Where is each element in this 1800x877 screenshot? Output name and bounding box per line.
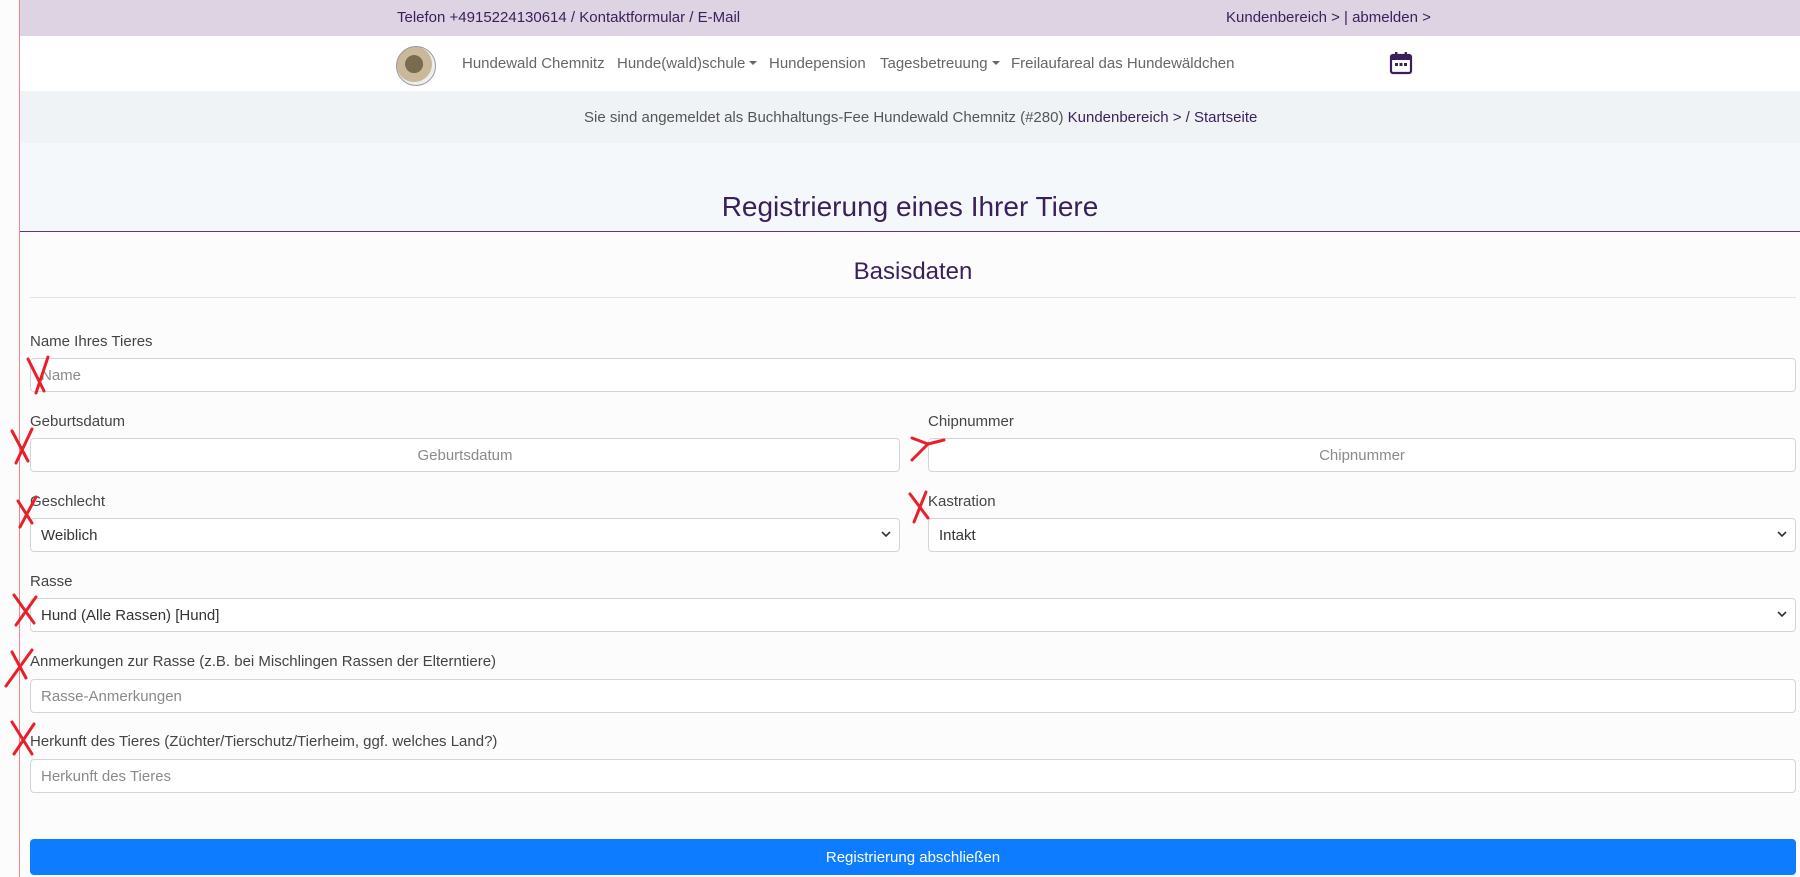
chip-input[interactable] [928, 438, 1796, 472]
chip-label: Chipnummer [928, 413, 1014, 430]
main-navbar: Hundewald Chemnitz Hunde(wald)schule Hun… [20, 36, 1800, 92]
dog-logo-icon[interactable] [396, 46, 436, 86]
red-x-mark-icon [908, 490, 930, 524]
account-links[interactable]: Kundenbereich > | abmelden > [1226, 9, 1431, 26]
breed-select[interactable]: Hund (Alle Rassen) [Hund] [30, 598, 1796, 632]
gender-select[interactable]: Weiblich [30, 518, 900, 552]
red-x-mark-icon [12, 593, 38, 627]
breed-selected-value: Hund (Alle Rassen) [Hund] [41, 607, 220, 624]
red-x-mark-icon [4, 648, 34, 688]
top-contact-bar: Telefon +4915224130614 / Kontaktformular… [20, 0, 1800, 36]
section-title: Basisdaten [853, 258, 973, 285]
castration-selected-value: Intakt [939, 527, 976, 544]
red-x-mark-icon [10, 427, 34, 465]
origin-input[interactable] [30, 759, 1796, 793]
login-status-text: Sie sind angemeldet als Buchhaltungs-Fee… [584, 109, 1064, 126]
name-label: Name Ihres Tieres [30, 333, 153, 350]
page-title: Registrierung eines Ihrer Tiere [721, 191, 1099, 222]
chevron-down-icon [1777, 531, 1787, 538]
login-info-bar: Sie sind angemeldet als Buchhaltungs-Fee… [20, 91, 1800, 143]
origin-label: Herkunft des Tieres (Züchter/Tierschutz/… [30, 733, 498, 750]
red-x-mark-icon [16, 495, 38, 529]
customer-area-link[interactable]: Kundenbereich > [1068, 109, 1182, 126]
birthdate-label: Geburtsdatum [30, 413, 126, 430]
gender-selected-value: Weiblich [41, 527, 98, 544]
nav-item-hundeschule[interactable]: Hunde(wald)schule [617, 55, 757, 72]
submit-registration-button[interactable]: Registrierung abschließen [30, 839, 1796, 875]
red-x-mark-icon [26, 355, 50, 395]
page-header: Registrierung eines Ihrer Tiere [20, 143, 1800, 232]
breed-notes-label: Anmerkungen zur Rasse (z.B. bei Mischlin… [30, 653, 497, 670]
contact-links[interactable]: Telefon +4915224130614 / Kontaktformular… [397, 9, 740, 26]
section-divider [30, 297, 1796, 298]
nav-item-hundepension[interactable]: Hundepension [769, 55, 866, 72]
chevron-down-icon [1777, 611, 1787, 618]
breed-notes-input[interactable] [30, 679, 1796, 713]
red-check-mark-icon [910, 436, 946, 462]
nav-item-tagesbetreuung[interactable]: Tagesbetreuung [880, 55, 1000, 72]
nav-item-freilaufareal[interactable]: Freilaufareal das Hundewäldchen [1011, 55, 1234, 72]
nav-item-hundewald-chemnitz[interactable]: Hundewald Chemnitz [462, 55, 605, 72]
castration-select[interactable]: Intakt [928, 518, 1796, 552]
breed-label: Rasse [30, 573, 73, 590]
red-x-mark-icon [10, 720, 36, 756]
name-input[interactable] [30, 358, 1796, 392]
birthdate-input[interactable] [30, 438, 900, 472]
chevron-down-icon [881, 531, 891, 538]
calendar-icon[interactable] [1389, 51, 1413, 75]
home-breadcrumb-link[interactable]: / Startseite [1186, 109, 1258, 126]
